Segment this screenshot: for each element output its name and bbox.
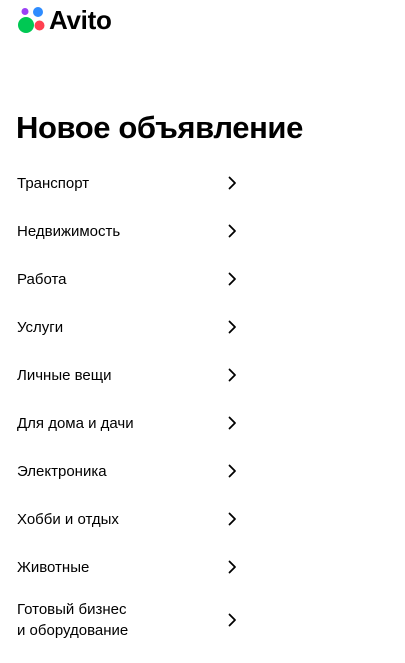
avito-logo-dots-icon bbox=[18, 7, 45, 33]
chevron-right-icon bbox=[228, 464, 236, 478]
category-label: Электроника bbox=[17, 462, 107, 480]
category-item-animals[interactable]: Животные bbox=[0, 543, 260, 591]
category-item-hobby[interactable]: Хобби и отдых bbox=[0, 495, 260, 543]
category-label: Хобби и отдых bbox=[17, 510, 119, 528]
category-item-real-estate[interactable]: Недвижимость bbox=[0, 207, 260, 255]
category-label: Личные вещи bbox=[17, 366, 112, 384]
category-item-home-garden[interactable]: Для дома и дачи bbox=[0, 399, 260, 447]
category-item-personal-items[interactable]: Личные вещи bbox=[0, 351, 260, 399]
chevron-right-icon bbox=[228, 320, 236, 334]
chevron-right-icon bbox=[228, 272, 236, 286]
chevron-right-icon bbox=[228, 512, 236, 526]
chevron-right-icon bbox=[228, 613, 236, 627]
chevron-right-icon bbox=[228, 368, 236, 382]
chevron-right-icon bbox=[228, 224, 236, 238]
page-title: Новое объявление bbox=[16, 110, 303, 145]
category-item-transport[interactable]: Транспорт bbox=[0, 159, 260, 207]
avito-logo[interactable]: Avito bbox=[17, 5, 112, 35]
category-item-jobs[interactable]: Работа bbox=[0, 255, 260, 303]
category-item-business[interactable]: Готовый бизнес и оборудование bbox=[0, 591, 260, 649]
category-label: Услуги bbox=[17, 318, 64, 336]
category-label: Готовый бизнес и оборудование bbox=[17, 601, 129, 639]
category-item-services[interactable]: Услуги bbox=[0, 303, 260, 351]
avito-logo-text: Avito bbox=[49, 5, 112, 35]
category-label: Работа bbox=[17, 270, 67, 288]
chevron-right-icon bbox=[228, 560, 236, 574]
category-label: Транспорт bbox=[17, 174, 90, 192]
category-list: Транспорт Недвижимость Работа Услуги Лич… bbox=[0, 159, 260, 649]
category-item-electronics[interactable]: Электроника bbox=[0, 447, 260, 495]
chevron-right-icon bbox=[228, 416, 236, 430]
category-label: Недвижимость bbox=[17, 222, 121, 240]
chevron-right-icon bbox=[228, 176, 236, 190]
category-label: Для дома и дачи bbox=[17, 414, 134, 432]
category-label: Животные bbox=[17, 558, 90, 576]
